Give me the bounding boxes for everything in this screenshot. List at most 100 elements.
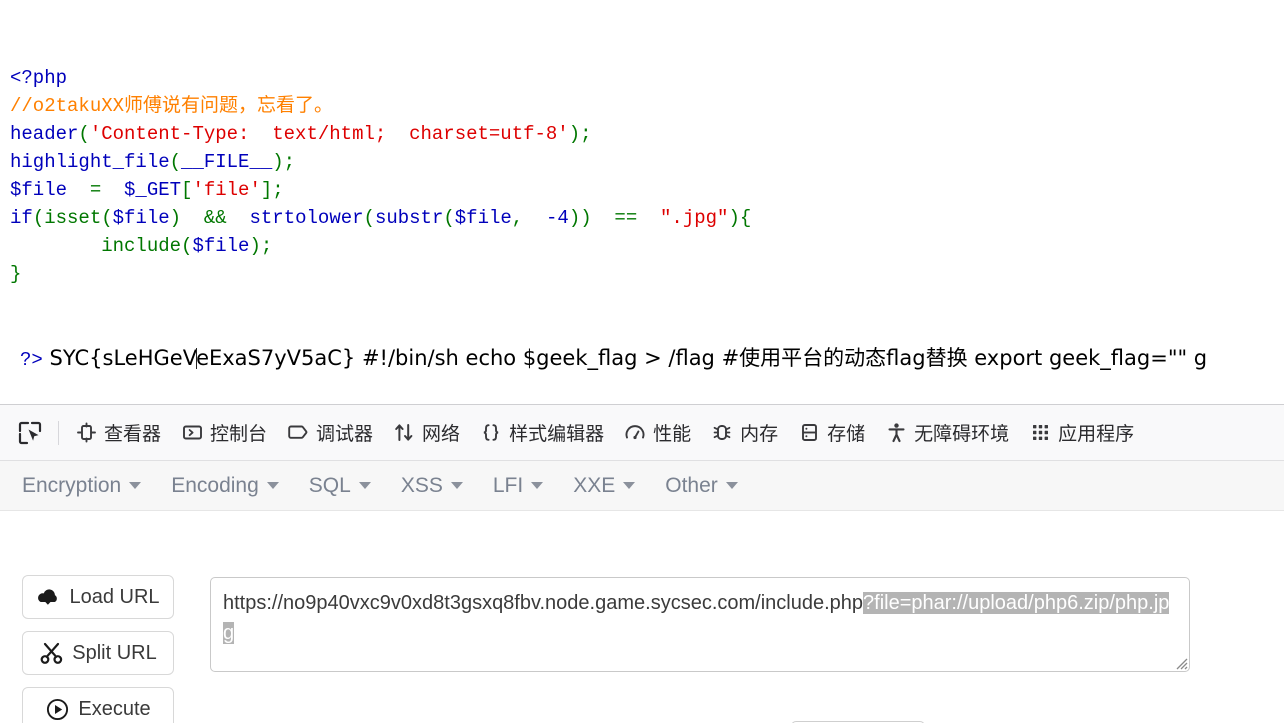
code-token: 'file'	[192, 179, 261, 201]
code-token: (	[443, 207, 455, 229]
code-token: &&	[203, 207, 227, 229]
memory-icon	[711, 422, 733, 444]
chevron-down-icon	[531, 481, 544, 489]
devtools-tab-list[interactable]: 查看器 控制台 调试器 网络 样式编辑器 性能 内存 存储 无障碍环境 应用程序	[65, 411, 1144, 455]
code-token: $_GET	[124, 179, 182, 201]
code-token: ,	[511, 207, 546, 229]
code-token: if	[10, 207, 33, 229]
load-url-label: Load URL	[69, 585, 160, 608]
code-token: (	[101, 207, 113, 229]
inspector-icon	[75, 422, 97, 444]
hackbar-menubar[interactable]: Encryption Encoding SQL XSS LFI XXE Other	[0, 461, 1284, 511]
code-token: (	[181, 235, 193, 257]
devtools-tab-performance[interactable]: 性能	[614, 411, 701, 455]
style-editor-icon	[480, 422, 502, 444]
devtools-tab-label: 样式编辑器	[509, 424, 605, 445]
devtools-tab-network[interactable]: 网络	[383, 411, 470, 455]
hackbar-menu-sql[interactable]: SQL	[309, 474, 371, 498]
load-url-button[interactable]: Load URL	[22, 575, 174, 619]
code-token: highlight_file	[10, 151, 170, 173]
devtools-tab-label: 无障碍环境	[914, 424, 1010, 445]
code-token: __FILE__	[181, 151, 273, 173]
devtools-tab-accessibility[interactable]: 无障碍环境	[875, 411, 1019, 455]
code-token: (	[363, 207, 375, 229]
storage-icon	[798, 422, 820, 444]
devtools-tab-memory[interactable]: 内存	[701, 411, 788, 455]
url-textarea-wrapper[interactable]: https://no9p40vxc9v0xd8t3gsxq8fbv.node.g…	[210, 577, 1190, 672]
code-token: (	[78, 123, 90, 145]
element-picker-icon[interactable]	[8, 411, 52, 455]
devtools-toolbar[interactable]: 查看器 控制台 调试器 网络 样式编辑器 性能 内存 存储 无障碍环境 应用程序	[0, 404, 1284, 461]
devtools-tab-label: 查看器	[104, 424, 162, 445]
code-token: );	[249, 235, 273, 257]
network-icon	[393, 422, 415, 444]
hackbar-menu-label: LFI	[492, 473, 524, 497]
devtools-tab-label: 控制台	[210, 424, 268, 445]
code-line: header('Content-Type: text/html; charset…	[10, 120, 1284, 148]
code-token: )	[169, 207, 204, 229]
code-line: //o2takuXX师傅说有问题，忘看了。	[10, 92, 1284, 120]
hackbar-panel[interactable]: Encryption Encoding SQL XSS LFI XXE Other Load…	[0, 461, 1284, 723]
hackbar-menu-other[interactable]: Other	[665, 474, 738, 498]
code-line: }	[10, 260, 1284, 288]
devtools-tab-style-editor[interactable]: 样式编辑器	[470, 411, 614, 455]
devtools-tab-application[interactable]: 应用程序	[1019, 411, 1144, 455]
accessibility-icon	[885, 422, 907, 444]
code-token: $file	[10, 179, 68, 201]
code-token: )) ==	[568, 207, 661, 229]
hackbar-action-buttons[interactable]: Load URL Split URL Execute	[22, 575, 174, 723]
hackbar-menu-label: Other	[665, 473, 718, 497]
code-token: );	[272, 151, 296, 173]
code-token: header	[10, 123, 79, 145]
cloud-download-icon	[36, 585, 60, 609]
chevron-down-icon	[358, 481, 371, 489]
split-url-button[interactable]: Split URL	[22, 631, 174, 675]
split-url-label: Split URL	[72, 641, 157, 664]
code-token: <?php	[10, 67, 68, 89]
play-circle-icon	[45, 697, 69, 721]
code-line: include($file);	[10, 232, 1284, 260]
debugger-icon	[287, 422, 309, 444]
chevron-down-icon	[266, 481, 279, 489]
chevron-down-icon	[129, 481, 142, 489]
devtools-tab-label: 内存	[740, 424, 779, 445]
hackbar-menu-label: SQL	[308, 473, 351, 497]
code-token: (	[32, 207, 45, 229]
url-input[interactable]: https://no9p40vxc9v0xd8t3gsxq8fbv.node.g…	[210, 577, 1190, 672]
execute-button[interactable]: Execute	[22, 687, 174, 723]
hackbar-menu-lfi[interactable]: LFI	[492, 473, 544, 498]
devtools-tab-inspector[interactable]: 查看器	[65, 411, 171, 455]
scissors-icon	[39, 641, 63, 665]
devtools-tab-label: 应用程序	[1058, 424, 1135, 445]
code-token: include	[101, 235, 182, 257]
code-token: strtolower	[249, 207, 364, 229]
code-token: }	[10, 263, 22, 285]
code-token: $file	[454, 207, 512, 229]
hackbar-menu-xxe[interactable]: XXE	[573, 474, 636, 498]
code-line: highlight_file(__FILE__);	[10, 148, 1284, 176]
devtools-tab-storage[interactable]: 存储	[788, 411, 875, 455]
php-close-tag: ?>	[20, 349, 43, 371]
devtools-tab-debugger[interactable]: 调试器	[277, 411, 383, 455]
hackbar-menu-label: XSS	[400, 473, 443, 497]
code-token: isset	[44, 207, 102, 229]
devtools-tab-label: 性能	[653, 424, 692, 445]
flag-output-after-caret: eExaS7yV5aC} #!/bin/sh echo $geek_flag >…	[196, 346, 1208, 370]
hackbar-menu-encryption[interactable]: Encryption	[22, 474, 142, 498]
devtools-tab-label: 调试器	[316, 424, 374, 445]
code-token: [	[181, 179, 193, 201]
code-lines: <?php //o2takuXX师傅说有问题，忘看了。 header('Conten…	[10, 64, 1284, 288]
code-token: );	[568, 123, 592, 145]
hackbar-menu-encoding[interactable]: Encoding	[171, 474, 279, 498]
console-icon	[181, 422, 203, 444]
hackbar-body: Load URL Split URL Execute https://no9p4…	[0, 511, 1284, 723]
code-token: ];	[260, 179, 284, 201]
devtools-tab-label: 存储	[827, 424, 866, 445]
code-token: ".jpg"	[660, 207, 729, 229]
hackbar-menu-xss[interactable]: XSS	[401, 474, 463, 498]
code-token: $file	[192, 235, 250, 257]
code-token: (	[169, 151, 182, 173]
code-token: =	[67, 179, 125, 201]
code-token: ){	[728, 207, 752, 229]
devtools-tab-console[interactable]: 控制台	[171, 411, 277, 455]
